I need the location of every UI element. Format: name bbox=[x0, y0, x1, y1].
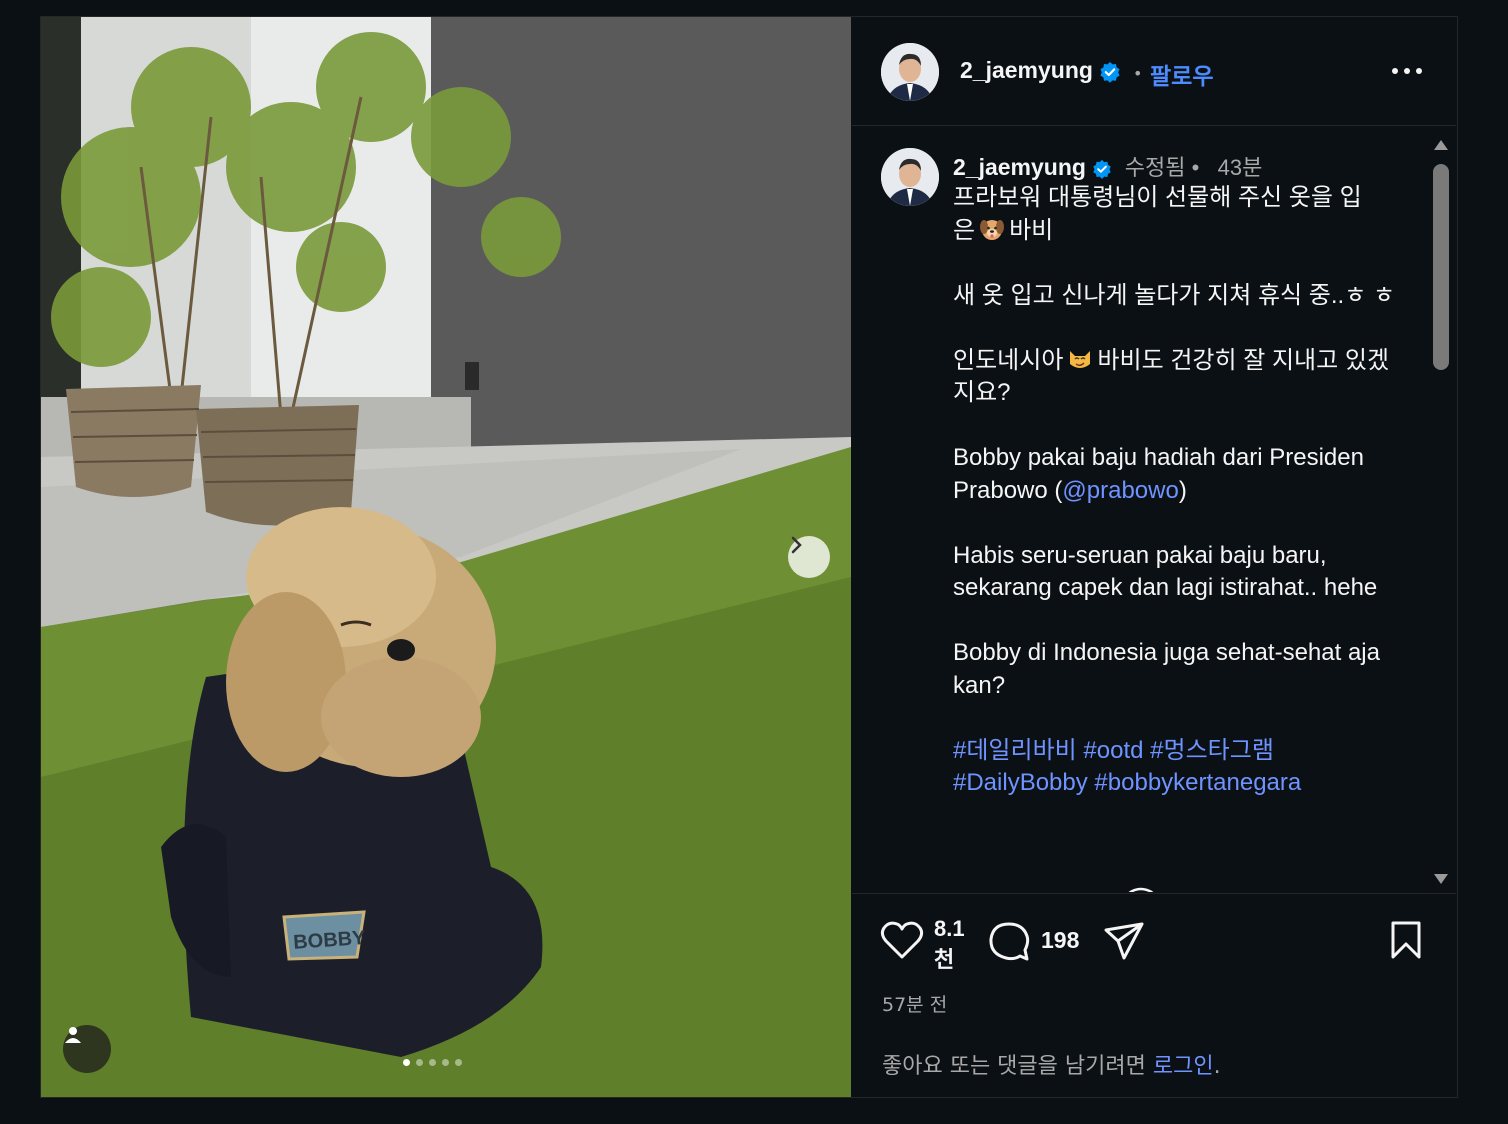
bookmark-icon[interactable] bbox=[1389, 920, 1423, 960]
partially-hidden-icon bbox=[1128, 887, 1154, 892]
caption-username[interactable]: 2_jaemyung bbox=[953, 154, 1086, 180]
comment-count[interactable]: 198 bbox=[1041, 927, 1079, 954]
slide-dot bbox=[416, 1059, 423, 1066]
mention-link[interactable]: @prabowo bbox=[1062, 477, 1178, 504]
follow-button[interactable]: 팔로우 bbox=[1150, 57, 1213, 91]
post-sidebar: 2_jaemyung • 팔로우 2_jaemyung 수정됨 • 43분 프라… bbox=[852, 17, 1456, 1097]
like-count[interactable]: 8.1 천 bbox=[934, 913, 974, 975]
slide-dot bbox=[429, 1059, 436, 1066]
scrollbar-thumb[interactable] bbox=[1433, 164, 1449, 370]
user-tag-icon bbox=[65, 1027, 81, 1043]
action-bar: 8.1 천 198 57분 전 좋아요 또는 댓글을 남기려면 로그인. bbox=[852, 893, 1456, 1098]
caption-paragraph: 프라보워 대통령님이 선물해 주신 옷을 입 은 바비 bbox=[953, 182, 1403, 247]
profile-photo bbox=[881, 43, 939, 101]
next-slide-button[interactable] bbox=[788, 536, 830, 578]
post-dialog: BOBBY 2_jaemyung • 팔로우 2_jaemyung 수정됨 • … bbox=[40, 16, 1458, 1098]
author-username[interactable]: 2_jaemyung bbox=[960, 57, 1121, 84]
smirking-cat-emoji-icon bbox=[1070, 350, 1091, 368]
profile-photo bbox=[881, 148, 939, 206]
hashtag-paragraph: #데일리바비 #ootd #멍스타그램 #DailyBobby #bobbyke… bbox=[953, 735, 1403, 800]
caption-area[interactable]: 2_jaemyung 수정됨 • 43분 프라보워 대통령님이 선물해 주신 옷… bbox=[852, 126, 1456, 892]
caption-text: 프라보워 대통령님이 선물해 주신 옷을 입 은 바비 새 옷 입고 신나게 놀… bbox=[953, 182, 1403, 832]
post-timestamp: 57분 전 bbox=[882, 994, 948, 1016]
share-icon[interactable] bbox=[1102, 920, 1146, 962]
hashtag-link[interactable]: #데일리바비 bbox=[953, 737, 1077, 764]
heart-icon[interactable] bbox=[880, 920, 924, 960]
slide-indicator bbox=[403, 1059, 462, 1066]
caption-line: 바비 bbox=[1009, 216, 1054, 244]
edited-label: 수정됨 • bbox=[1124, 155, 1200, 180]
login-prompt: 좋아요 또는 댓글을 남기려면 로그인. bbox=[882, 1048, 1221, 1080]
caption-scrollbar[interactable] bbox=[1427, 134, 1455, 892]
caption-header: 2_jaemyung 수정됨 • 43분 bbox=[953, 150, 1262, 182]
tagged-users-button[interactable] bbox=[63, 1025, 111, 1073]
login-prompt-period: . bbox=[1213, 1054, 1221, 1079]
more-options-icon[interactable] bbox=[1390, 61, 1424, 81]
like-count-unit: 천 bbox=[934, 947, 955, 972]
dog-photo: BOBBY bbox=[41, 17, 851, 1097]
comment-icon[interactable] bbox=[987, 920, 1031, 962]
login-prompt-text: 좋아요 또는 댓글을 남기려면 bbox=[882, 1054, 1146, 1079]
caption-time: 43분 bbox=[1217, 155, 1263, 180]
dog-face-emoji-icon bbox=[980, 219, 1005, 240]
author-avatar[interactable] bbox=[881, 43, 939, 101]
hashtag-link[interactable]: #DailyBobby bbox=[953, 769, 1088, 796]
caption-line: 인도네시아 bbox=[953, 346, 1064, 374]
chevron-right-icon bbox=[791, 536, 802, 554]
hashtag-link[interactable]: #ootd bbox=[1083, 737, 1143, 764]
verified-badge-icon bbox=[1093, 159, 1112, 179]
slide-dot bbox=[442, 1059, 449, 1066]
post-media[interactable]: BOBBY bbox=[41, 17, 851, 1097]
caption-paragraph: 인도네시아 바비도 건강히 잘 지내고 있겠지요? bbox=[953, 345, 1403, 410]
caption-line: 프라보워 대통령님이 선물해 주신 옷을 입 bbox=[953, 184, 1362, 211]
caption-line: ) bbox=[1178, 476, 1187, 504]
caption-paragraph: Habis seru-seruan pakai baju baru, sekar… bbox=[953, 540, 1403, 605]
caption-paragraph: Bobby di Indonesia juga sehat-sehat aja … bbox=[953, 637, 1403, 702]
like-count-number: 8.1 bbox=[934, 916, 965, 941]
header-separator: • bbox=[1133, 64, 1143, 83]
caption-line: 새 옷 입고 신나게 놀다가 지쳐 휴식 중..ㅎ ㅎ bbox=[953, 281, 1396, 309]
caption-paragraph: Bobby pakai baju hadiah dari Presiden Pr… bbox=[953, 442, 1403, 507]
caption-author-avatar[interactable] bbox=[881, 148, 939, 206]
hashtag-link[interactable]: #bobbykertanegara bbox=[1094, 769, 1301, 796]
caption-line: Bobby di Indonesia juga sehat-sehat aja … bbox=[953, 639, 1380, 699]
slide-dot bbox=[403, 1059, 410, 1066]
slide-dot bbox=[455, 1059, 462, 1066]
hashtag-link[interactable]: #멍스타그램 bbox=[1150, 737, 1274, 764]
caption-paragraph: 새 옷 입고 신나게 놀다가 지쳐 휴식 중..ㅎ ㅎ bbox=[953, 280, 1403, 313]
scroll-up-arrow-icon[interactable] bbox=[1433, 138, 1449, 152]
login-link[interactable]: 로그인 bbox=[1153, 1054, 1214, 1079]
caption-line: 은 bbox=[953, 216, 976, 244]
caption-line: Habis seru-seruan pakai baju baru, sekar… bbox=[953, 541, 1378, 602]
scroll-down-arrow-icon[interactable] bbox=[1433, 872, 1449, 886]
post-header: 2_jaemyung • 팔로우 bbox=[852, 17, 1456, 126]
verified-badge-icon bbox=[1100, 61, 1120, 83]
